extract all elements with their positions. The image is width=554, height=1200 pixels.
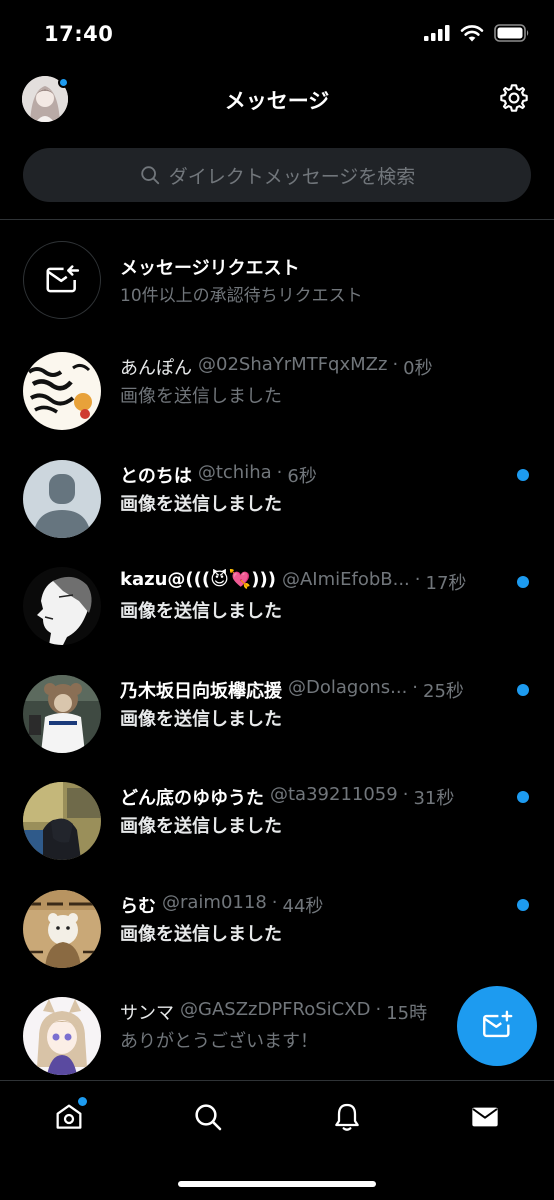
sender-handle: @tchiha (197, 461, 272, 483)
sender-handle: @Dolagons... (288, 676, 408, 698)
separator-dot: · (412, 676, 419, 698)
sender-handle: @raim0118 (162, 891, 267, 913)
sender-name: あんぽん (120, 358, 192, 379)
sender-handle: @GASZzDPFRoSiCXD (180, 999, 371, 1020)
timestamp: 6秒 (287, 465, 317, 487)
sender-handle: @ta39211059 (270, 784, 398, 805)
separator-dot: · (414, 569, 421, 590)
conversation-row[interactable]: kazu@(((😈💘))) @AImiEfobB... · 17秒 画像を送信し… (0, 549, 554, 657)
message-preview: ありがとうございます！ (120, 1031, 318, 1052)
top-header: メッセージ (0, 68, 554, 132)
conversation-header: らむ @raim0118 · 44秒 (120, 892, 504, 918)
nav-home-button[interactable] (51, 1097, 87, 1135)
signal-icon (424, 25, 450, 41)
message-preview: 画像を送信しました (120, 601, 282, 622)
home-indicator (178, 1181, 376, 1187)
mail-request-icon (46, 265, 80, 293)
avatar (23, 889, 101, 968)
unread-dot (517, 683, 529, 696)
timestamp: 0秒 (403, 358, 433, 379)
conversation-header: 乃木坂日向坂欅応援 @Dolagons... · 25秒 (120, 677, 504, 703)
unread-dot (517, 468, 529, 481)
conversation-header: あんぽん @02ShaYrMTFqxMZz · 0秒 (120, 354, 504, 380)
sender-name: とのちは (120, 465, 192, 487)
timestamp: 17秒 (425, 573, 467, 594)
conversation-row[interactable]: とのちは @tchiha · 6秒 画像を送信しました (0, 442, 554, 550)
conversation-header: サンマ @GASZzDPFRoSiCXD · 15時 (120, 999, 504, 1025)
nav-messages-button[interactable] (467, 1099, 503, 1135)
unread-dot (517, 791, 529, 803)
separator-dot: · (402, 784, 409, 805)
mail-icon (472, 1107, 498, 1127)
settings-button[interactable] (498, 82, 530, 114)
avatar (23, 997, 101, 1075)
separator-dot: · (276, 461, 283, 483)
nav-search-button[interactable] (190, 1099, 226, 1135)
conversation-header: とのちは @tchiha · 6秒 (120, 462, 504, 488)
separator-dot: · (271, 891, 278, 913)
conversation-list: あんぽん @02ShaYrMTFqxMZz · 0秒 画像を送信しました とのち… (0, 334, 554, 1087)
sender-name: サンマ (120, 1003, 174, 1024)
message-preview: 画像を送信しました (120, 816, 282, 837)
status-icons (424, 24, 530, 42)
nav-notifications-button[interactable] (329, 1099, 365, 1135)
sender-handle: @02ShaYrMTFqxMZz (198, 354, 388, 375)
status-bar: 17:40 (0, 0, 554, 68)
avatar (23, 674, 101, 753)
conversation-header: kazu@(((😈💘))) @AImiEfobB... · 17秒 (120, 569, 504, 595)
separator-dot: · (375, 999, 382, 1020)
request-title: メッセージリクエスト (120, 258, 300, 279)
bell-icon (335, 1103, 359, 1131)
request-icon-circle (23, 241, 101, 319)
notification-dot (78, 1097, 87, 1106)
default-avatar (23, 459, 101, 538)
avatar (23, 352, 101, 430)
sender-name: らむ (120, 895, 156, 917)
search-icon (140, 166, 159, 185)
timestamp: 25秒 (423, 680, 464, 702)
wifi-icon (460, 24, 484, 41)
avatar (23, 567, 101, 645)
compose-mail-icon (483, 1010, 513, 1038)
message-preview: 画像を送信しました (120, 708, 282, 730)
sender-handle: @AImiEfobB... (281, 569, 410, 590)
message-preview: 画像を送信しました (120, 386, 282, 407)
search-input[interactable]: ダイレクトメッセージを検索 (23, 148, 531, 202)
conversation-row[interactable]: らむ @raim0118 · 44秒 画像を送信しました (0, 872, 554, 980)
sender-name: どん底のゆゆうた (120, 788, 264, 809)
timestamp: 15時 (386, 1003, 428, 1024)
compose-message-button[interactable] (457, 986, 537, 1066)
battery-icon (494, 24, 529, 42)
timestamp: 31秒 (413, 788, 455, 809)
unread-dot (517, 576, 529, 588)
sender-name: 乃木坂日向坂欅応援 (120, 680, 282, 702)
conversation-row[interactable]: 乃木坂日向坂欅応援 @Dolagons... · 25秒 画像を送信しました (0, 657, 554, 765)
unread-dot (517, 898, 529, 911)
message-preview: 画像を送信しました (120, 493, 282, 515)
divider (0, 219, 554, 220)
message-preview: 画像を送信しました (120, 923, 282, 945)
timestamp: 44秒 (282, 895, 324, 917)
conversation-row[interactable]: あんぽん @02ShaYrMTFqxMZz · 0秒 画像を送信しました (0, 334, 554, 442)
conversation-header: どん底のゆゆうた @ta39211059 · 31秒 (120, 784, 504, 810)
separator-dot: · (392, 354, 399, 375)
message-requests-row[interactable]: メッセージリクエスト 10件以上の承認待ちリクエスト (0, 235, 554, 327)
avatar (23, 782, 101, 860)
search-icon (195, 1104, 222, 1131)
gear-icon (500, 84, 528, 112)
sender-name: kazu@(((😈💘))) (120, 569, 276, 590)
request-subtitle: 10件以上の承認待ちリクエスト (120, 286, 363, 306)
conversation-row[interactable]: どん底のゆゆうた @ta39211059 · 31秒 画像を送信しました (0, 764, 554, 872)
page-title: メッセージ (224, 89, 330, 113)
search-placeholder: ダイレクトメッセージを検索 (168, 165, 416, 188)
status-time: 17:40 (44, 22, 114, 46)
